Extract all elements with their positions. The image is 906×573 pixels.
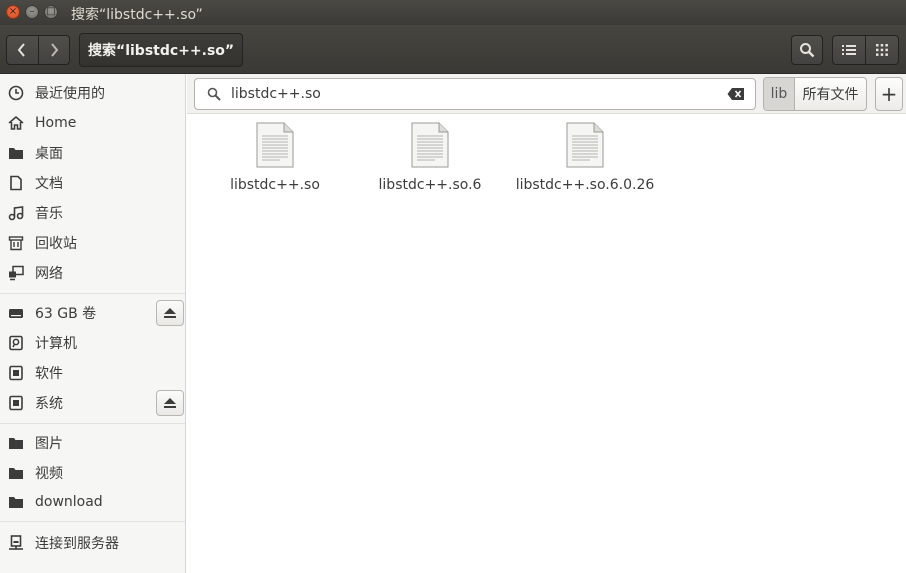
- chip-icon: [8, 395, 24, 411]
- eject-icon: [164, 308, 176, 318]
- sidebar-item-label: 63 GB 卷: [35, 306, 97, 322]
- file-item[interactable]: libstdc++.so.6.0.26: [510, 120, 660, 200]
- search-toggle-button[interactable]: [791, 35, 823, 65]
- sidebar-item-label: Home: [35, 115, 77, 131]
- search-location-group: lib 所有文件: [763, 77, 867, 111]
- path-label: 搜索“libstdc++.so”: [88, 43, 235, 59]
- computer-icon: [8, 335, 24, 351]
- sidebar-item-label: 连接到服务器: [35, 536, 119, 552]
- search-icon: [207, 87, 221, 101]
- view-button-group: [832, 35, 899, 65]
- sidebar-item-documents[interactable]: 文档: [0, 168, 185, 198]
- window-title: 搜索“libstdc++.so”: [71, 7, 203, 23]
- file-item[interactable]: libstdc++.so: [200, 120, 350, 200]
- sidebar-item-label: 桌面: [35, 146, 63, 162]
- sidebar-item-videos[interactable]: 视频: [0, 458, 185, 488]
- main-content: lib 所有文件 + libstdc++.so libst: [187, 74, 906, 573]
- add-search-criteria-button[interactable]: +: [875, 77, 903, 111]
- grid-view-button[interactable]: [865, 36, 898, 64]
- sidebar-item-pictures[interactable]: 图片: [0, 428, 185, 458]
- chevron-right-icon: [50, 43, 59, 57]
- sidebar-item-label: 最近使用的: [35, 86, 105, 102]
- file-name: libstdc++.so.6.0.26: [515, 177, 655, 193]
- sidebar-item-music[interactable]: 音乐: [0, 198, 185, 228]
- text-file-icon: [566, 122, 604, 168]
- sidebar-item-label: 图片: [35, 436, 63, 452]
- sidebar-item-network[interactable]: 网络: [0, 258, 185, 288]
- drive-icon: [8, 305, 24, 321]
- sidebar-item-label: 回收站: [35, 236, 77, 252]
- sidebar-item-trash[interactable]: 回收站: [0, 228, 185, 258]
- chip-icon: [8, 365, 24, 381]
- music-icon: [8, 205, 24, 221]
- eject-icon: [164, 398, 176, 408]
- sidebar-item-label: 视频: [35, 466, 63, 482]
- window-maximize-button[interactable]: □: [44, 5, 58, 19]
- search-icon: [800, 43, 815, 58]
- sidebar-item-home[interactable]: Home: [0, 108, 185, 138]
- path-bar-button[interactable]: 搜索“libstdc++.so”: [79, 33, 244, 67]
- grid-view-icon: [876, 44, 888, 56]
- search-bar: lib 所有文件 +: [187, 74, 906, 114]
- close-icon: ×: [8, 6, 18, 17]
- sidebar-item-label: 文档: [35, 176, 63, 192]
- location-all-files-button[interactable]: 所有文件: [794, 78, 866, 110]
- back-button[interactable]: [7, 36, 38, 64]
- sidebar-item-label: download: [35, 494, 103, 510]
- sidebar-item-label: 系统: [35, 396, 63, 412]
- eject-system-button[interactable]: [156, 390, 184, 416]
- document-icon: [8, 175, 24, 191]
- sidebar-item-label: 网络: [35, 266, 63, 282]
- search-input[interactable]: [231, 84, 711, 104]
- home-icon: [8, 115, 24, 131]
- file-name: libstdc++.so.6: [378, 177, 482, 193]
- server-icon: [8, 535, 24, 551]
- minimize-icon: –: [29, 6, 35, 17]
- sidebar-item-label: 软件: [35, 366, 63, 382]
- sidebar: 最近使用的 Home 桌面 文档 音乐 回收站 网络 63 GB 卷 计算机 软…: [0, 74, 186, 573]
- network-icon: [8, 265, 24, 281]
- sidebar-item-download[interactable]: download: [0, 487, 185, 517]
- sidebar-item-software[interactable]: 软件: [0, 358, 185, 388]
- sidebar-item-computer[interactable]: 计算机: [0, 328, 185, 358]
- search-entry[interactable]: [194, 78, 756, 110]
- header-bar: 搜索“libstdc++.so”: [0, 25, 906, 74]
- trash-icon: [8, 235, 24, 251]
- window-minimize-button[interactable]: –: [25, 5, 39, 19]
- location-current-folder-button[interactable]: lib: [764, 78, 794, 110]
- sidebar-item-label: 计算机: [35, 336, 77, 352]
- folder-icon: [8, 435, 24, 451]
- clear-search-icon[interactable]: [727, 87, 745, 101]
- maximize-icon: □: [46, 6, 56, 17]
- file-grid: libstdc++.so libstdc++.so.6 libstdc++.so…: [187, 114, 906, 573]
- window-titlebar: × – □ 搜索“libstdc++.so”: [0, 0, 906, 25]
- file-item[interactable]: libstdc++.so.6: [355, 120, 505, 200]
- file-name: libstdc++.so: [230, 177, 320, 193]
- folder-icon: [8, 465, 24, 481]
- eject-volume-button[interactable]: [156, 300, 184, 326]
- sidebar-separator: [0, 423, 185, 424]
- sidebar-separator: [0, 521, 185, 522]
- text-file-icon: [256, 122, 294, 168]
- sidebar-separator: [0, 293, 185, 294]
- forward-button[interactable]: [37, 36, 70, 64]
- sidebar-item-connect-server[interactable]: 连接到服务器: [0, 528, 185, 558]
- folder-icon: [8, 494, 24, 510]
- folder-icon: [8, 145, 24, 161]
- clock-icon: [8, 85, 24, 101]
- sidebar-item-recent[interactable]: 最近使用的: [0, 78, 185, 108]
- list-view-icon: [842, 45, 856, 55]
- list-view-button[interactable]: [833, 36, 865, 64]
- sidebar-item-desktop[interactable]: 桌面: [0, 138, 185, 168]
- sidebar-item-label: 音乐: [35, 206, 63, 222]
- chevron-left-icon: [17, 43, 26, 57]
- text-file-icon: [411, 122, 449, 168]
- nav-button-group: [6, 35, 70, 65]
- window-close-button[interactable]: ×: [6, 5, 20, 19]
